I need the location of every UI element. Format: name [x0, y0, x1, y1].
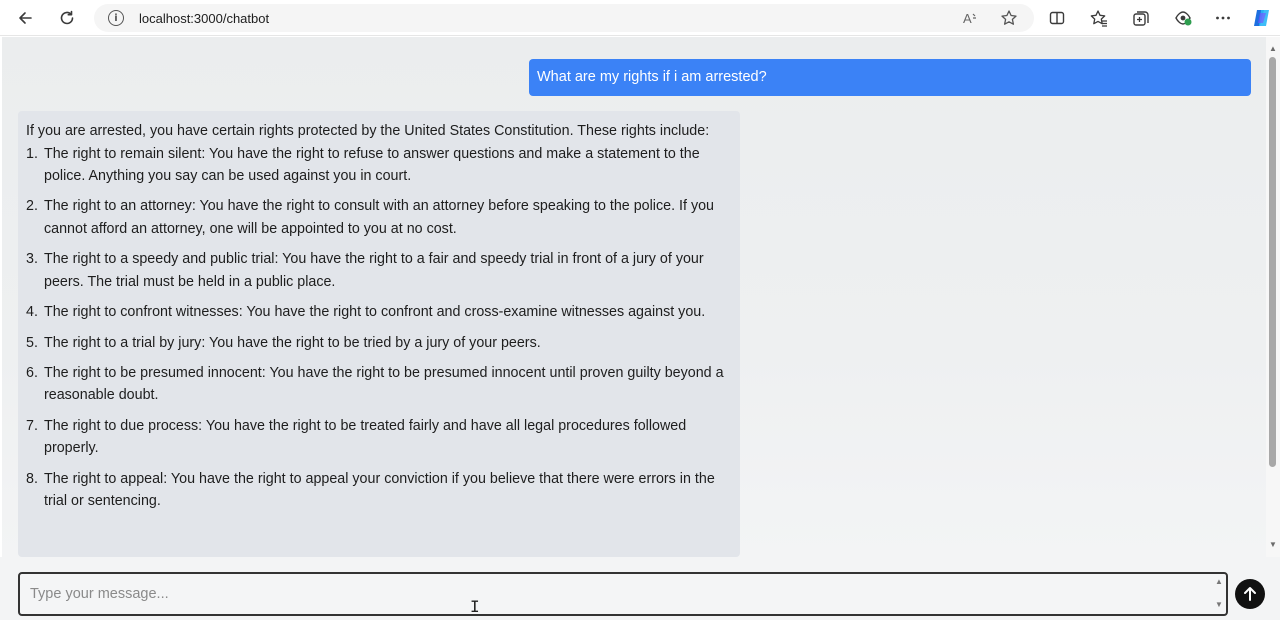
list-item: 3. The right to a speedy and public trial… — [26, 251, 704, 290]
user-message: What are my rights if i am arrested? — [529, 59, 1251, 96]
address-bar[interactable]: i localhost:3000/chatbot A — [94, 4, 1034, 32]
list-item: 5. The right to a trial by jury: You have… — [26, 334, 541, 351]
rights-list: 1. The right to remain silent: You have t… — [26, 143, 732, 513]
list-item: 8. The right to appeal: You have the righ… — [26, 470, 715, 510]
list-item: 4. The right to confront witnesses: You h… — [26, 304, 706, 321]
list-item: 6. The right to be presumed innocent: You… — [26, 364, 724, 404]
extensions-icon[interactable] — [1169, 4, 1197, 32]
collections-icon[interactable] — [1127, 4, 1155, 32]
copilot-icon[interactable] — [1248, 4, 1276, 32]
text-cursor-icon: I — [470, 597, 480, 616]
bot-message: If you are arrested, you have certain ri… — [18, 111, 740, 557]
refresh-icon[interactable] — [53, 4, 81, 32]
favorite-star-icon[interactable] — [998, 8, 1020, 28]
chevron-up-icon[interactable]: ▲ — [1215, 577, 1223, 586]
arrow-up-icon — [1244, 587, 1256, 601]
split-screen-icon[interactable] — [1043, 4, 1071, 32]
scroll-up-icon[interactable]: ▲ — [1268, 43, 1278, 53]
bot-intro-text: If you are arrested, you have certain ri… — [26, 123, 710, 139]
read-aloud-icon[interactable]: A — [960, 8, 982, 28]
list-item: 1. The right to remain silent: You have t… — [26, 145, 700, 185]
more-icon[interactable] — [1209, 4, 1237, 32]
back-arrow-icon[interactable] — [11, 4, 39, 32]
message-input[interactable] — [18, 572, 1228, 616]
send-button[interactable] — [1235, 579, 1265, 609]
browser-toolbar: i localhost:3000/chatbot A — [0, 0, 1280, 36]
input-scroll-arrows[interactable]: ▲ ▼ — [1213, 577, 1225, 609]
svg-text:A: A — [963, 11, 972, 26]
list-item: 2. The right to an attorney: You have the… — [26, 198, 714, 238]
page-scrollbar[interactable]: ▲ ▼ — [1266, 37, 1280, 557]
url-text: localhost:3000/chatbot — [139, 11, 270, 26]
list-item: 7. The right to due process: You have the… — [26, 417, 687, 457]
scrollbar-thumb[interactable] — [1269, 57, 1276, 467]
scroll-down-icon[interactable]: ▼ — [1268, 539, 1278, 549]
composer: ▲ ▼ — [0, 557, 1280, 620]
info-icon[interactable]: i — [108, 10, 124, 26]
favorites-icon[interactable] — [1085, 4, 1113, 32]
chevron-down-icon[interactable]: ▼ — [1215, 600, 1223, 609]
chat-area: What are my rights if i am arrested? If … — [2, 37, 1266, 557]
